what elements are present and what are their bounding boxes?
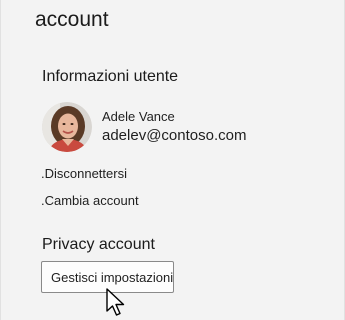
account-panel: account Informazioni utente Adele Vance … [0,0,345,320]
avatar [42,102,92,152]
avatar-photo-icon [42,102,92,152]
user-name: Adele Vance [102,109,175,124]
user-info-header: Informazioni utente [42,68,179,85]
mouse-pointer-icon [106,288,125,316]
switch-account-link[interactable]: .Cambia account [41,193,139,208]
sign-out-link[interactable]: .Disconnettersi [41,166,127,181]
user-email: adelev@contoso.com [102,127,247,144]
privacy-header: Privacy account [42,236,155,253]
panel-title: account [35,8,109,31]
